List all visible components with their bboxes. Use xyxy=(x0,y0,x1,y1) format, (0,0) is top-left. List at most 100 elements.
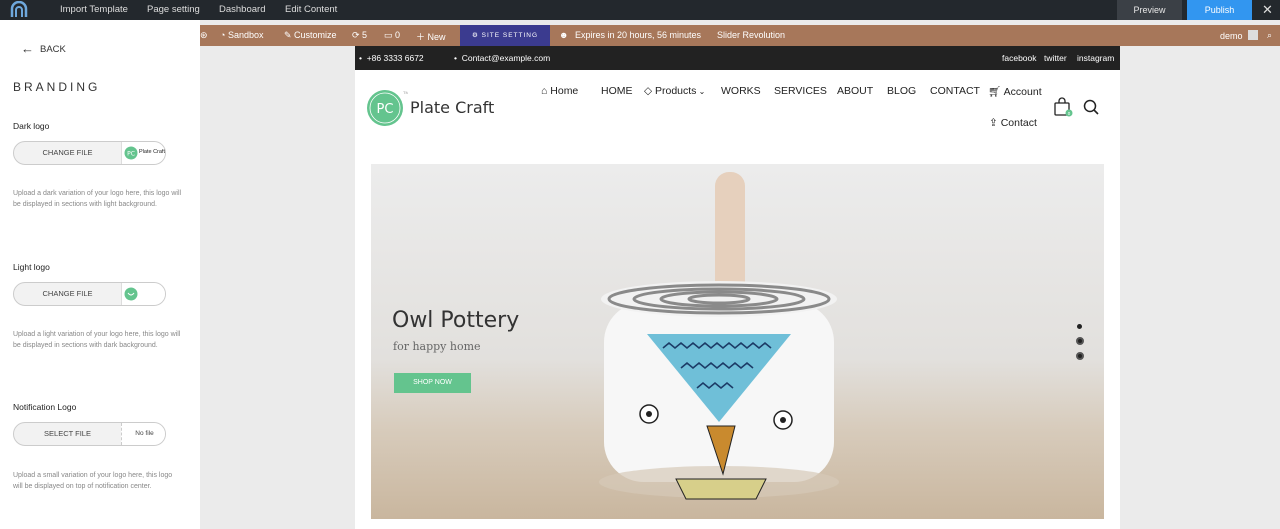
home-icon: ⌂ xyxy=(541,85,551,97)
logo-initials: PC xyxy=(377,102,394,117)
hero-subtitle: for happy home xyxy=(393,340,481,353)
expires-notice[interactable]: ☻ Expires in 20 hours, 56 minutes xyxy=(559,30,701,40)
menu-import-template[interactable]: Import Template xyxy=(60,4,128,15)
comments-link[interactable]: ▭ 0 xyxy=(384,30,400,41)
light-logo-thumbnail xyxy=(121,283,165,305)
menu-dashboard[interactable]: Dashboard xyxy=(219,4,265,15)
facebook-link[interactable]: facebook xyxy=(1002,53,1037,63)
contact-bar: • +86 3333 6672 • Contact@example.com fa… xyxy=(355,46,1120,70)
user-name: demo xyxy=(1220,31,1243,41)
user-menu[interactable]: demo xyxy=(1220,30,1259,41)
dark-logo-thumb-text: Plate Craft xyxy=(139,149,165,155)
phone-info: • +86 3333 6672 xyxy=(359,53,424,63)
phone-number: +86 3333 6672 xyxy=(366,53,424,63)
updates-link[interactable]: ⟳ 5 xyxy=(352,30,367,41)
tag-icon: ◇ xyxy=(644,85,655,97)
customize-link[interactable]: ✎ Customize xyxy=(284,30,337,41)
arrow-left-icon: ← xyxy=(21,41,34,56)
owl-pottery-image xyxy=(599,172,839,500)
nav-account-label: Account xyxy=(1003,86,1042,98)
wordpress-icon[interactable]: ⊛ xyxy=(200,30,208,41)
menu-edit-content[interactable]: Edit Content xyxy=(285,4,337,15)
twitter-link[interactable]: twitter xyxy=(1044,53,1067,63)
preview-button[interactable]: Preview xyxy=(1117,0,1182,20)
plate-craft-logo-icon: PC xyxy=(124,146,138,160)
gear-icon: ⚙ xyxy=(471,32,482,39)
slider-revolution-link[interactable]: Slider Revolution xyxy=(717,30,785,40)
nav-products[interactable]: ◇ Products ⌄ xyxy=(644,85,705,97)
expires-label: Expires in 20 hours, 56 minutes xyxy=(574,30,702,40)
refresh-icon: ⟳ xyxy=(352,30,363,40)
app-logo-icon[interactable] xyxy=(8,1,30,19)
hero-title: Owl Pottery xyxy=(392,308,520,333)
nav-products-label: Products xyxy=(655,85,697,97)
plate-craft-light-logo-icon xyxy=(124,287,138,301)
dark-logo-file-picker[interactable]: CHANGE FILE PC Plate Craft xyxy=(13,141,166,165)
notification-logo-file-picker[interactable]: SELECT FILE No file xyxy=(13,422,166,446)
comment-icon: ▭ xyxy=(384,30,396,40)
nav-home-upper[interactable]: HOME xyxy=(601,85,633,97)
back-label: BACK xyxy=(40,44,66,55)
nav-blog[interactable]: BLOG xyxy=(887,85,916,97)
slider-dot-2[interactable] xyxy=(1076,337,1084,345)
notification-logo-help: Upload a small variation of your logo he… xyxy=(13,472,173,490)
slider-dot-1[interactable] xyxy=(1077,324,1082,329)
chevron-down-icon: ⌄ xyxy=(696,87,706,96)
email-info[interactable]: • Contact@example.com xyxy=(454,53,550,63)
notification-logo-label: Notification Logo xyxy=(13,402,77,412)
nav-works[interactable]: WORKS xyxy=(721,85,761,97)
notification-logo-select-button[interactable]: SELECT FILE xyxy=(14,423,121,445)
search-icon[interactable]: ⌕ xyxy=(1267,30,1272,41)
hero-slider[interactable]: Owl Pottery for happy home SHOP NOW xyxy=(371,164,1104,519)
cart-small-icon: 🛒︎ xyxy=(988,86,1004,98)
notification-logo-status: No file xyxy=(121,423,165,445)
shopping-bag-icon[interactable]: 0 xyxy=(1053,97,1075,117)
site-setting-label: SITE SETTING xyxy=(481,32,539,39)
dark-logo-label: Dark logo xyxy=(13,121,50,131)
branding-sidebar: ← BACK BRANDING Dark logo CHANGE FILE PC … xyxy=(0,20,200,529)
dark-logo-help: Upload a dark variation of your logo her… xyxy=(13,190,182,208)
shop-now-button[interactable]: SHOP NOW xyxy=(394,373,471,393)
publish-button[interactable]: Publish xyxy=(1187,0,1252,20)
light-logo-help: Upload a light variation of your logo he… xyxy=(13,331,181,349)
svg-text:PC: PC xyxy=(127,151,135,158)
site-setting-button[interactable]: ⚙ SITE SETTING xyxy=(460,25,550,46)
nav-contact2-label: Contact xyxy=(1000,117,1037,129)
upload-icon: ⇪ xyxy=(989,117,1001,129)
back-button[interactable]: ← BACK xyxy=(21,41,66,56)
search-icon[interactable] xyxy=(1082,98,1100,116)
new-label: New xyxy=(427,32,446,42)
sidebar-heading: BRANDING xyxy=(13,80,101,94)
comments-count: 0 xyxy=(395,30,401,40)
close-icon[interactable]: ✕ xyxy=(1262,2,1273,18)
email-address: Contact@example.com xyxy=(461,53,551,63)
sandbox-link[interactable]: ◔ Sandbox xyxy=(220,30,263,40)
sandbox-status-icon: ☻ xyxy=(559,30,571,40)
slider-dot-3[interactable] xyxy=(1076,352,1084,360)
nav-contact-secondary[interactable]: ⇪ Contact xyxy=(989,117,1037,129)
light-logo-label: Light logo xyxy=(13,262,50,272)
nav-contact[interactable]: CONTACT xyxy=(930,85,980,97)
nav-about[interactable]: ABOUT xyxy=(837,85,873,97)
menu-page-setting[interactable]: Page setting xyxy=(147,4,200,15)
site-preview: • +86 3333 6672 • Contact@example.com fa… xyxy=(355,46,1120,529)
brush-icon: ✎ xyxy=(284,30,295,40)
instagram-link[interactable]: instagram xyxy=(1077,53,1114,63)
logo-tm: TM xyxy=(403,90,408,95)
light-logo-file-picker[interactable]: CHANGE FILE xyxy=(13,282,166,306)
brand-name[interactable]: Plate Craft xyxy=(410,98,494,117)
dark-logo-change-button[interactable]: CHANGE FILE xyxy=(14,142,121,164)
nav-account[interactable]: 🛒︎ Account xyxy=(988,85,1042,98)
site-logo-icon[interactable]: PC TM xyxy=(366,86,408,128)
plus-icon: ＋ xyxy=(416,32,428,42)
editor-topbar: Import Template Page setting Dashboard E… xyxy=(0,0,1280,20)
customize-label: Customize xyxy=(294,30,337,40)
updates-count: 5 xyxy=(362,30,368,40)
dark-logo-thumbnail: PC Plate Craft xyxy=(121,142,165,164)
light-logo-change-button[interactable]: CHANGE FILE xyxy=(14,283,121,305)
new-link[interactable]: ＋ New xyxy=(416,30,446,43)
nav-home-label: Home xyxy=(550,85,579,97)
sandbox-label: Sandbox xyxy=(227,30,264,40)
nav-services[interactable]: SERVICES xyxy=(774,85,827,97)
nav-home-link[interactable]: ⌂ Home xyxy=(541,85,578,97)
